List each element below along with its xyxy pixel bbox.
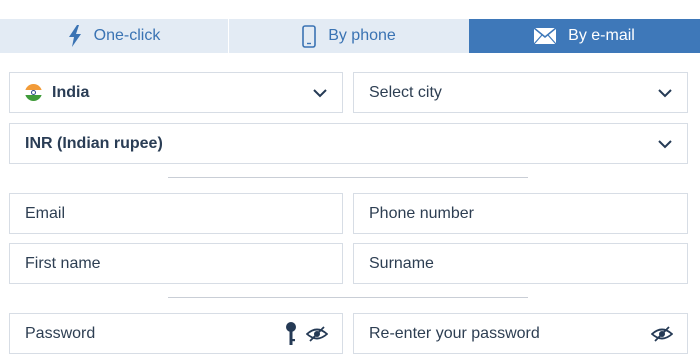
tab-by-email[interactable]: By e-mail bbox=[469, 19, 700, 53]
city-placeholder: Select city bbox=[369, 83, 442, 101]
reenter-password-placeholder: Re-enter your password bbox=[369, 324, 540, 342]
eye-hidden-icon[interactable] bbox=[306, 325, 328, 342]
email-field[interactable]: Email bbox=[9, 193, 343, 234]
lightning-icon bbox=[68, 25, 81, 47]
country-select[interactable]: India bbox=[9, 72, 343, 113]
password-placeholder: Password bbox=[25, 324, 96, 342]
key-icon[interactable] bbox=[286, 321, 296, 346]
email-placeholder: Email bbox=[25, 204, 66, 222]
section-divider bbox=[168, 177, 528, 178]
currency-value: INR (Indian rupee) bbox=[25, 134, 163, 152]
first-name-placeholder: First name bbox=[25, 254, 101, 272]
first-name-field[interactable]: First name bbox=[9, 243, 343, 284]
phone-number-field[interactable]: Phone number bbox=[353, 193, 688, 234]
password-field[interactable]: Password bbox=[9, 313, 343, 354]
surname-field[interactable]: Surname bbox=[353, 243, 688, 284]
chevron-down-icon bbox=[658, 88, 672, 97]
envelope-icon bbox=[534, 28, 557, 44]
eye-hidden-icon[interactable] bbox=[651, 325, 673, 342]
phone-number-placeholder: Phone number bbox=[369, 204, 474, 222]
reenter-password-field[interactable]: Re-enter your password bbox=[353, 313, 688, 354]
tab-by-phone[interactable]: By phone bbox=[228, 19, 469, 53]
city-select[interactable]: Select city bbox=[353, 72, 688, 113]
tab-one-click-label: One-click bbox=[93, 27, 161, 44]
chevron-down-icon bbox=[658, 139, 672, 148]
currency-select[interactable]: INR (Indian rupee) bbox=[9, 123, 688, 164]
tab-one-click[interactable]: One-click bbox=[0, 19, 228, 53]
phone-icon bbox=[302, 24, 316, 48]
chevron-down-icon bbox=[313, 88, 327, 97]
country-value: India bbox=[52, 83, 90, 101]
surname-placeholder: Surname bbox=[369, 254, 434, 272]
section-divider bbox=[168, 297, 528, 298]
registration-tabs: One-click By phone By e-mail bbox=[0, 19, 700, 53]
india-flag-icon bbox=[25, 84, 42, 101]
tab-by-phone-label: By phone bbox=[328, 27, 396, 44]
tab-by-email-label: By e-mail bbox=[568, 27, 635, 44]
